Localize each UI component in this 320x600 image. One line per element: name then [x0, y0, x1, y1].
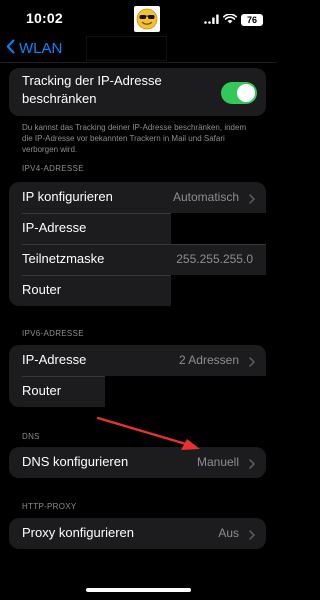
- tracking-label: Tracking der IP-Adresse beschränken: [22, 73, 162, 106]
- nav-divider: [0, 62, 277, 63]
- proxy-configure-value: Aus: [218, 526, 239, 540]
- annotation-arrow-icon: [92, 408, 212, 463]
- ipv6-router-label: Router: [22, 383, 62, 398]
- proxy-configure-label: Proxy konfigurieren: [22, 525, 134, 540]
- ipv6-address-value: 2 Adressen: [178, 353, 239, 367]
- status-icons: 76: [204, 11, 263, 29]
- network-name-redacted: [86, 36, 167, 61]
- status-bar: 10:02 76: [0, 0, 277, 34]
- ipv4-subnet-value: 255.255.255.0: [176, 252, 253, 266]
- ipv6-address-row[interactable]: IP-Adresse 2 Adressen: [9, 345, 266, 376]
- chevron-right-icon: [249, 456, 255, 474]
- ipv4-header: IPV4-ADRESSE: [22, 164, 84, 173]
- ipv6-header: IPV6-ADRESSE: [22, 329, 84, 338]
- tracking-toggle[interactable]: [221, 82, 257, 104]
- chevron-right-icon: [249, 191, 255, 209]
- chevron-right-icon: [249, 354, 255, 372]
- proxy-configure-row[interactable]: Proxy konfigurieren Aus: [9, 518, 266, 549]
- ipv4-router-label: Router: [22, 282, 62, 297]
- ipv4-configure-row[interactable]: IP konfigurieren Automatisch: [9, 182, 266, 213]
- ipv4-configure-value: Automatisch: [172, 190, 239, 204]
- ipv6-address-label: IP-Adresse: [22, 352, 87, 367]
- ipv4-router-row: Router: [9, 275, 266, 306]
- ipv4-configure-label: IP konfigurieren: [22, 189, 113, 204]
- ipv4-address-label: IP-Adresse: [22, 220, 87, 235]
- proxy-header: HTTP-PROXY: [22, 502, 77, 511]
- ipv4-group: IP konfigurieren Automatisch IP-Adresse …: [9, 182, 266, 306]
- ipv6-group: IP-Adresse 2 Adressen Router: [9, 345, 266, 407]
- ipv4-subnet-row: Teilnetzmaske 255.255.255.0: [9, 244, 266, 275]
- ipv4-address-row: IP-Adresse: [9, 213, 266, 244]
- ipv6-router-row: Router: [9, 376, 266, 407]
- ipv4-address-redacted: [171, 213, 266, 244]
- chevron-left-icon: [6, 39, 15, 58]
- back-button[interactable]: WLAN: [6, 39, 62, 58]
- status-time: 10:02: [26, 10, 63, 26]
- battery-icon: 76: [241, 14, 263, 26]
- ipv6-router-redacted: [105, 376, 266, 407]
- proxy-group: Proxy konfigurieren Aus: [9, 518, 266, 549]
- home-indicator: [86, 588, 191, 592]
- ipv4-subnet-label: Teilnetzmaske: [22, 251, 105, 266]
- sunglasses-emoji-icon: [134, 6, 160, 32]
- tracking-footnote: Du kannst das Tracking deiner IP-Adresse…: [22, 123, 247, 154]
- toggle-knob: [237, 84, 255, 102]
- wifi-icon: [223, 11, 237, 29]
- navigation-bar: WLAN: [0, 34, 277, 64]
- back-label: WLAN: [19, 40, 63, 57]
- ipv4-router-redacted: [171, 275, 266, 306]
- cellular-signal-icon: [204, 11, 219, 29]
- screen: 10:02 76 WLAN Tracking der IP-Adresse be…: [0, 0, 277, 600]
- tracking-group: Tracking der IP-Adresse beschränken: [9, 68, 266, 116]
- dns-header: DNS: [22, 432, 40, 441]
- chevron-right-icon: [249, 527, 255, 545]
